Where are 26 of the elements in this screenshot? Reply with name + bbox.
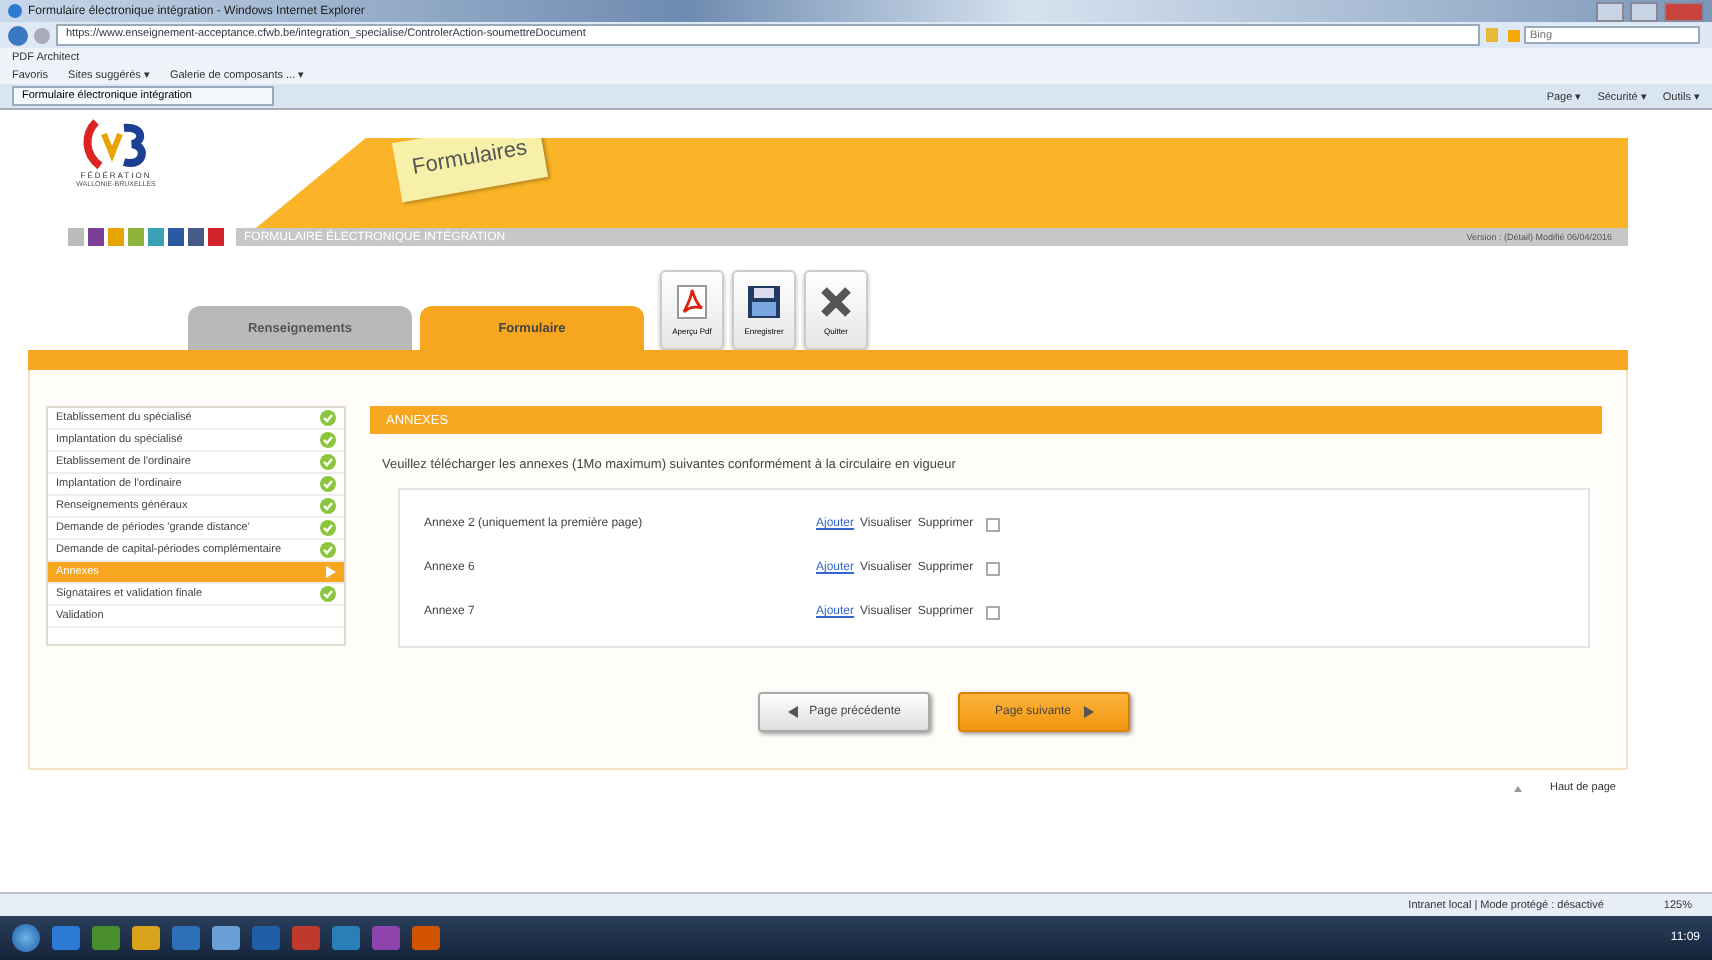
- checkbox[interactable]: [985, 517, 1000, 531]
- close-button[interactable]: [1664, 1, 1704, 21]
- search-engine-icon: [1508, 29, 1520, 41]
- minimize-button[interactable]: [1596, 1, 1624, 21]
- up-arrow-icon: [1513, 785, 1522, 791]
- taskbar-app-icon[interactable]: [332, 926, 360, 950]
- browser-icon: [8, 4, 22, 18]
- back-button[interactable]: [8, 25, 28, 45]
- taskbar-app-icon[interactable]: [412, 926, 440, 950]
- start-button[interactable]: [12, 924, 40, 952]
- left-arrow-icon: [787, 706, 798, 718]
- taskbar-app-icon[interactable]: [252, 926, 280, 950]
- close-icon: [818, 284, 854, 320]
- right-arrow-icon: [1083, 706, 1094, 718]
- taskbar-app-icon[interactable]: [292, 926, 320, 950]
- checkbox[interactable]: [985, 605, 1000, 619]
- checkbox[interactable]: [985, 561, 1000, 575]
- taskbar-app-icon[interactable]: [212, 926, 240, 950]
- forward-button[interactable]: [34, 27, 50, 43]
- pdf-icon: [674, 284, 710, 320]
- taskbar-app-icon[interactable]: [92, 926, 120, 950]
- taskbar-app-icon[interactable]: [172, 926, 200, 950]
- taskbar-app-icon[interactable]: [372, 926, 400, 950]
- taskbar-app-icon[interactable]: [132, 926, 160, 950]
- taskbar-app-icon[interactable]: [52, 926, 80, 950]
- maximize-button[interactable]: [1630, 1, 1658, 21]
